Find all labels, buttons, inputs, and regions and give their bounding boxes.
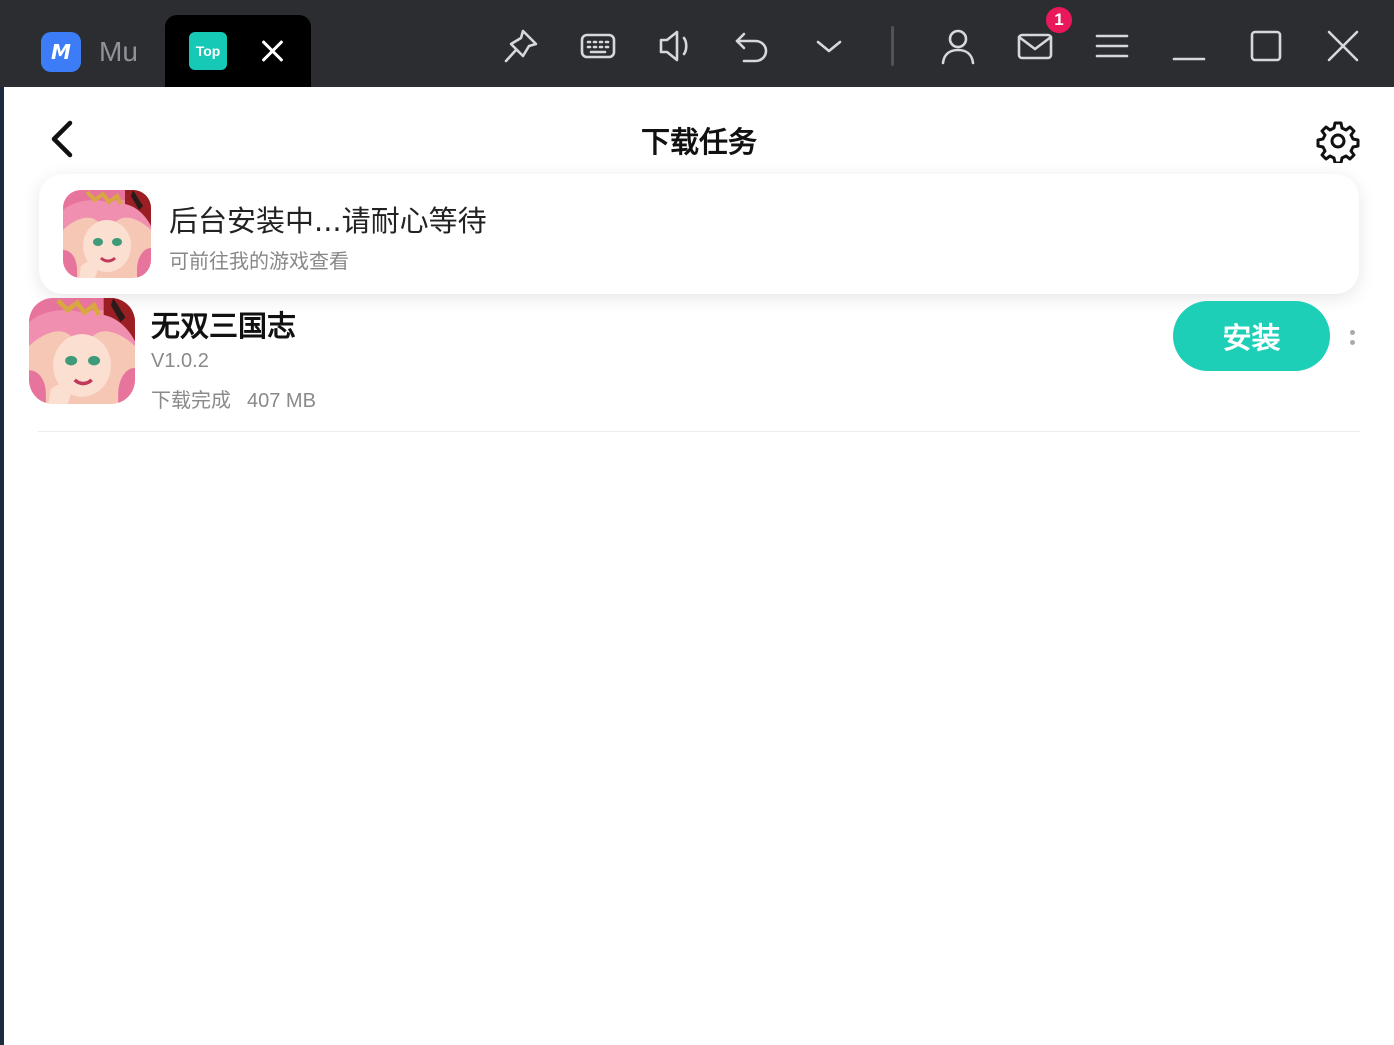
install-toast[interactable]: 后台安装中...请耐心等待 可前往我的游戏查看 bbox=[39, 174, 1359, 294]
more-options-icon[interactable] bbox=[1344, 326, 1360, 356]
download-size: 407 MB bbox=[247, 390, 316, 412]
title-bar: M Mu Top 1 bbox=[0, 0, 1394, 87]
install-button[interactable]: 安装 bbox=[1173, 301, 1330, 371]
settings-gear-icon[interactable] bbox=[1316, 119, 1360, 165]
tab-mumu[interactable]: M Mu bbox=[24, 16, 164, 87]
tab-mumu-label: Mu bbox=[99, 35, 138, 67]
toast-title: 后台安装中...请耐心等待 bbox=[169, 204, 487, 238]
app-window: M Mu Top 1 下载任务 后台安装中...请耐心等待 可前往我的游戏查看 … bbox=[0, 0, 1394, 1045]
maximize-icon[interactable] bbox=[1244, 24, 1288, 68]
volume-icon[interactable] bbox=[653, 24, 697, 68]
keyboard-icon[interactable] bbox=[576, 24, 620, 68]
tab-taptap[interactable]: Top bbox=[165, 15, 311, 87]
user-icon[interactable] bbox=[936, 24, 980, 68]
taptap-logo-icon: Top bbox=[189, 32, 227, 70]
toolbar-separator bbox=[891, 26, 894, 66]
close-icon[interactable] bbox=[1321, 24, 1365, 68]
pin-icon[interactable] bbox=[499, 24, 543, 68]
divider bbox=[38, 431, 1360, 432]
download-status-text: 下载完成 bbox=[151, 388, 231, 412]
game-icon bbox=[29, 298, 135, 404]
game-version: V1.0.2 bbox=[151, 350, 209, 372]
download-list-item[interactable]: 无双三国志 V1.0.2 下载完成 407 MB 安装 bbox=[4, 294, 1394, 432]
download-status: 下载完成 407 MB bbox=[151, 384, 316, 413]
toast-subtitle[interactable]: 可前往我的游戏查看 bbox=[169, 245, 349, 274]
chevron-down-icon[interactable] bbox=[807, 24, 851, 68]
game-icon bbox=[63, 190, 151, 278]
page-title: 下载任务 bbox=[640, 125, 757, 159]
notification-badge: 1 bbox=[1044, 5, 1074, 35]
minimize-icon[interactable] bbox=[1167, 24, 1211, 68]
download-tasks-page: 下载任务 后台安装中...请耐心等待 可前往我的游戏查看 无双三国志 V1.0.… bbox=[4, 87, 1394, 1045]
game-name: 无双三国志 bbox=[151, 309, 297, 343]
page-header: 下载任务 bbox=[4, 87, 1394, 187]
menu-icon[interactable] bbox=[1090, 24, 1134, 68]
tab-close-icon[interactable] bbox=[257, 35, 289, 67]
mumu-logo-icon: M bbox=[41, 31, 81, 72]
undo-icon[interactable] bbox=[730, 24, 774, 68]
